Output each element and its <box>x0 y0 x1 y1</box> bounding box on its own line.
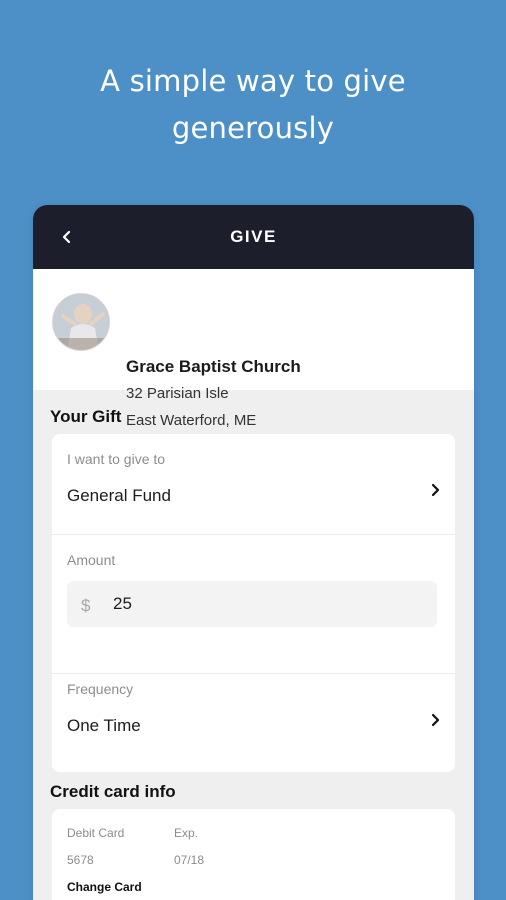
card-type-label: Debit Card <box>67 826 125 840</box>
amount-input[interactable]: $ 25 <box>67 581 437 627</box>
chevron-right-icon <box>431 483 440 497</box>
credit-card-panel: Debit Card Exp. 5678 07/18 Change Card <box>52 809 455 900</box>
frequency-value: One Time <box>67 716 141 735</box>
frequency-row[interactable]: Frequency One Time <box>52 674 455 772</box>
chevron-right-icon <box>431 713 440 727</box>
church-address-line-1: 32 Parisian Isle <box>126 385 229 402</box>
headline-line-1: A simple way to give <box>100 64 406 98</box>
amount-label: Amount <box>67 552 116 568</box>
church-name: Grace Baptist Church <box>126 357 301 376</box>
page-title: GIVE <box>230 227 277 246</box>
headline-line-2: generously <box>171 111 335 145</box>
your-gift-heading: Your Gift <box>50 407 122 426</box>
give-to-row[interactable]: I want to give to General Fund <box>52 434 455 534</box>
currency-symbol: $ <box>81 596 91 615</box>
exp-value: 07/18 <box>174 853 205 867</box>
promo-headline: A simple way to give generously <box>0 58 506 152</box>
church-header: Grace Baptist Church 32 Parisian Isle Ea… <box>33 269 474 429</box>
screen: A simple way to give generously GIVE Gra… <box>0 0 506 900</box>
credit-card-heading: Credit card info <box>50 782 176 801</box>
give-to-label: I want to give to <box>67 451 166 467</box>
app-frame: GIVE Grace Baptist Church 32 Parisian Is… <box>33 205 474 900</box>
chevron-left-icon <box>62 230 71 244</box>
change-card-button[interactable]: Change Card <box>67 880 142 894</box>
avatar-photo-icon <box>53 294 109 350</box>
gift-card: I want to give to General Fund Amount $ … <box>52 434 455 772</box>
app-bar: GIVE <box>33 205 474 269</box>
give-to-chevron[interactable] <box>427 482 443 498</box>
amount-row: Amount $ 25 <box>52 535 455 673</box>
amount-value: 25 <box>113 594 132 613</box>
frequency-label: Frequency <box>67 681 134 697</box>
back-button[interactable] <box>55 225 79 249</box>
frequency-chevron[interactable] <box>427 712 443 728</box>
church-address-line-2: East Waterford, ME <box>126 412 257 429</box>
exp-label: Exp. <box>174 826 199 840</box>
give-to-value: General Fund <box>67 486 171 505</box>
card-number: 5678 <box>67 853 94 867</box>
church-avatar <box>52 293 110 351</box>
